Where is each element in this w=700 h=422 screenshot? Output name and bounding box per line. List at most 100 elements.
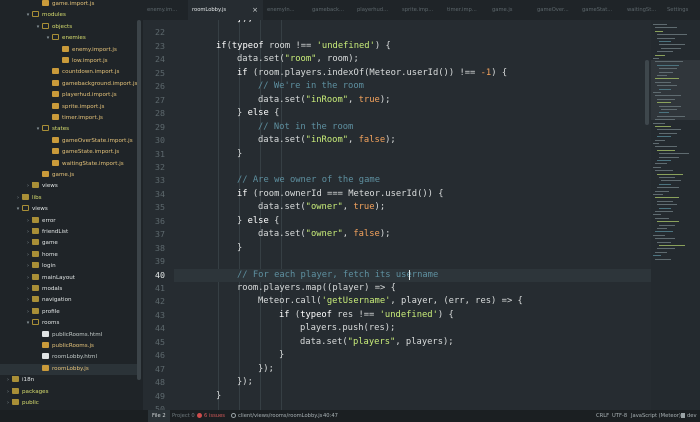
tab-waitingst[interactable]: waitingSt...	[623, 0, 663, 20]
file-low-import-js[interactable]: low.import.js	[0, 56, 137, 67]
code-line[interactable]	[174, 403, 651, 410]
code-line[interactable]: });	[174, 363, 651, 376]
file-sprite-import-js[interactable]: sprite.import.js	[0, 102, 137, 113]
code-line[interactable]: room.players.map((player) => {	[174, 282, 651, 295]
folder-i18n[interactable]: › i18n	[0, 375, 137, 386]
code-line[interactable]: data.set("owner", false);	[174, 228, 651, 241]
status-cursor-position[interactable]: 40:47	[323, 410, 338, 422]
code-line[interactable]: // We're in the room	[174, 80, 651, 93]
folder-icon	[12, 399, 19, 405]
code-line[interactable]: data.set("inRoom", false);	[174, 134, 651, 147]
status-line-ending[interactable]: CRLF	[596, 410, 609, 422]
code-line[interactable]: }	[174, 349, 651, 362]
folder-modals[interactable]: › modals	[0, 284, 137, 295]
tab-settings[interactable]: Settings	[663, 0, 700, 20]
folder-libs[interactable]: › libs	[0, 193, 137, 204]
minimap-line	[655, 78, 679, 80]
code-editor[interactable]: 22 23 24 25 26 27 28 29 30 31 32 33 34 35 36 37 38 39 40 41…	[143, 20, 651, 410]
folder-views[interactable]: ▾ views	[0, 204, 137, 215]
tab-timer-imp[interactable]: timer.imp...	[443, 0, 488, 20]
tree-item-label: publicRooms.js	[52, 343, 94, 349]
code-line[interactable]: data.set("players", players);	[174, 336, 651, 349]
status-issues[interactable]: 6 issues	[197, 410, 225, 422]
file-roomlobby-html[interactable]: roomLobby.html	[0, 352, 137, 363]
code-line[interactable]: });	[174, 376, 651, 389]
file-enemy-import-js[interactable]: enemy.import.js	[0, 45, 137, 56]
folder-friendlist[interactable]: › friendList	[0, 227, 137, 238]
code-line[interactable]: // Are we owner of the game	[174, 174, 651, 187]
tab-sprite-imp[interactable]: sprite.imp...	[398, 0, 443, 20]
folder-public[interactable]: › public	[0, 398, 137, 409]
code-line[interactable]: data.set("owner", true);	[174, 201, 651, 214]
tab-game-js[interactable]: game.js	[488, 0, 533, 20]
code-line[interactable]: if (room.players.indexOf(Meteor.userId()…	[174, 67, 651, 80]
code-token: ) {	[437, 309, 454, 320]
tab-gameback[interactable]: gameback...	[308, 0, 353, 20]
code-line[interactable]	[174, 161, 651, 174]
file-gameoverstate-import-js[interactable]: gameOverState.import.js	[0, 136, 137, 147]
close-tab-icon[interactable]: ×	[252, 0, 258, 20]
code-line[interactable]: });	[174, 20, 651, 26]
folder-mainlayout[interactable]: › mainLayout	[0, 273, 137, 284]
folder-enemies[interactable]: ▾ enemies	[0, 33, 137, 44]
tab-gameover[interactable]: gameOver...	[533, 0, 578, 20]
folder-packages[interactable]: › packages	[0, 387, 137, 398]
status-encoding[interactable]: UTF-8	[612, 410, 627, 422]
code-line[interactable]: Meteor.call('getUsername', player, (err,…	[174, 295, 651, 308]
status-file-count[interactable]: File 2	[148, 410, 170, 422]
code-line[interactable]: // For each player, fetch its username	[174, 268, 651, 282]
status-project-count[interactable]: Project 0	[172, 410, 195, 422]
code-line[interactable]: if(typeof room !== 'undefined') {	[174, 40, 651, 53]
folder-game[interactable]: › game	[0, 238, 137, 249]
file-timer-import-js[interactable]: timer.import.js	[0, 113, 137, 124]
folder-views[interactable]: › views	[0, 181, 137, 192]
folder-icon	[32, 228, 39, 234]
status-file-path[interactable]: client/views/rooms/roomLobby.js	[231, 410, 322, 422]
tab-enemyin[interactable]: enemyIn...	[263, 0, 308, 20]
code-line[interactable]: data.set("room", room);	[174, 53, 651, 66]
file-game-js[interactable]: game.js	[0, 170, 137, 181]
folder-navigation[interactable]: › navigation	[0, 295, 137, 306]
code-line[interactable]: if (typeof res !== 'undefined') {	[174, 309, 651, 322]
status-branch[interactable]: dev	[681, 410, 697, 422]
folder-login[interactable]: › login	[0, 261, 137, 272]
folder-home[interactable]: › home	[0, 250, 137, 261]
code-line[interactable]: if (room.ownerId === Meteor.userId()) {	[174, 188, 651, 201]
folder-modules[interactable]: ▾ modules	[0, 10, 137, 21]
folder-objects[interactable]: ▾ objects	[0, 22, 137, 33]
file-game-import-js[interactable]: game.import.js	[0, 0, 137, 10]
minimap[interactable]	[651, 20, 700, 410]
editor-scrollbar[interactable]	[645, 60, 649, 125]
code-line[interactable]: }	[174, 390, 651, 403]
code-line[interactable]	[174, 255, 651, 268]
minimap-line	[655, 54, 665, 56]
file-roomlobby-js[interactable]: roomLobby.js	[0, 363, 137, 375]
folder-error[interactable]: › error	[0, 216, 137, 227]
file-publicrooms-html[interactable]: publicRooms.html	[0, 330, 137, 341]
folder-profile[interactable]: › profile	[0, 307, 137, 318]
code-line[interactable]: players.push(res);	[174, 322, 651, 335]
folder-rooms[interactable]: ▾ rooms	[0, 318, 137, 329]
file-publicrooms-js[interactable]: publicRooms.js	[0, 341, 137, 352]
sidebar-scrollbar[interactable]	[137, 20, 141, 380]
code-line[interactable]: }	[174, 148, 651, 161]
tab-enemy-im[interactable]: enemy.im...	[143, 0, 188, 20]
file-waitingstate-import-js[interactable]: waitingState.import.js	[0, 159, 137, 170]
code-line[interactable]: } else {	[174, 215, 651, 228]
code-line[interactable]: }	[174, 242, 651, 255]
code-token: true	[358, 94, 380, 105]
code-line[interactable]: // Not in the room	[174, 121, 651, 134]
code-line[interactable]	[174, 26, 651, 39]
file-gamestate-import-js[interactable]: gameState.import.js	[0, 147, 137, 158]
tab-playerhud[interactable]: playerhud...	[353, 0, 398, 20]
folder-states[interactable]: ▾ states	[0, 124, 137, 135]
code-line[interactable]: data.set("inRoom", true);	[174, 94, 651, 107]
tab-gamestat[interactable]: gameStat...	[578, 0, 623, 20]
code-token: if	[237, 188, 248, 199]
tab-roomlobby-js[interactable]: roomLobby.js ×	[188, 0, 263, 20]
status-grammar[interactable]: JavaScript (Meteor)	[631, 410, 681, 422]
file-playerhud-import-js[interactable]: playerhud.import.js	[0, 90, 137, 101]
code-line[interactable]: } else {	[174, 107, 651, 120]
file-gamebackground-import-js[interactable]: gamebackground.import.js	[0, 79, 137, 90]
file-countdown-import-js[interactable]: countdown.import.js	[0, 67, 137, 78]
